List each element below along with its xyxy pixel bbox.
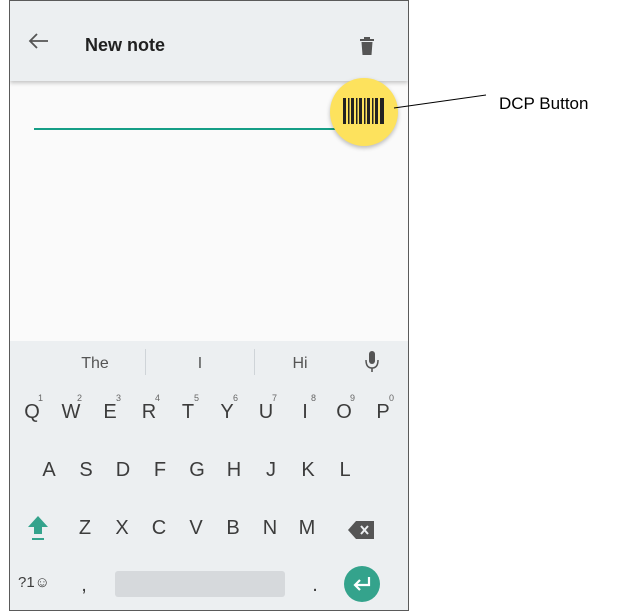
callout-label: DCP Button: [499, 94, 589, 113]
callout-leader-line: [393, 94, 487, 109]
